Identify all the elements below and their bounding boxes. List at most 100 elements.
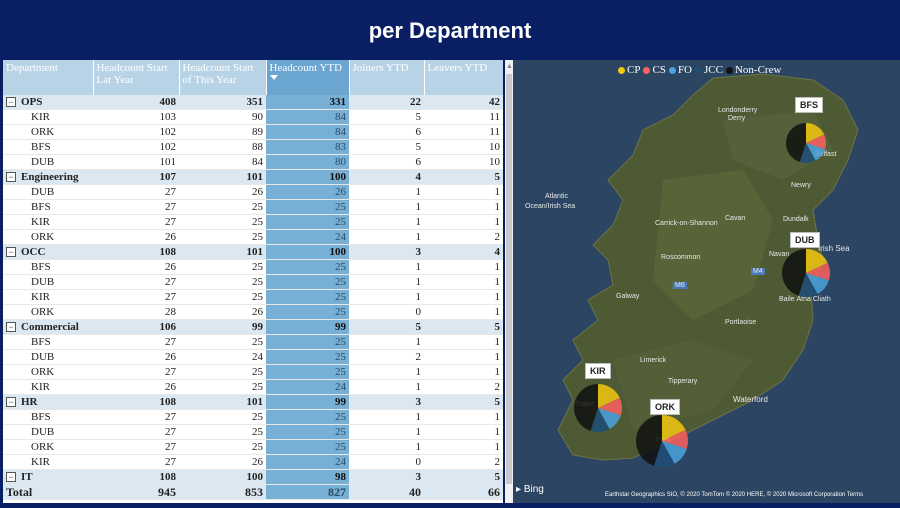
table-row[interactable]: ORK 102 89 84 6 11 (3, 124, 503, 140)
value-cell: 1 (424, 409, 503, 425)
column-header-leavers-ytd[interactable]: Leavers YTD (424, 60, 503, 95)
value-cell: 3 (349, 394, 424, 410)
value-cell: 25 (179, 229, 266, 245)
value-cell: 24 (266, 379, 349, 395)
group-row[interactable]: − OCC 108 101 100 3 4 (3, 244, 503, 260)
department-label: ORK (31, 366, 55, 378)
collapse-icon[interactable]: − (6, 247, 16, 258)
scrollbar-thumb[interactable] (506, 74, 512, 484)
map-label-atlantic: Atlantic (545, 193, 568, 200)
table-row[interactable]: DUB 26 24 25 2 1 (3, 349, 503, 365)
legend-item[interactable]: FO (666, 64, 692, 76)
value-cell: 101 (93, 154, 179, 170)
value-cell: 42 (424, 95, 503, 110)
collapse-icon[interactable]: − (6, 97, 16, 108)
group-row[interactable]: − Commercial 106 99 99 5 5 (3, 319, 503, 335)
department-cell: − OPS (3, 95, 93, 110)
table-row[interactable]: ORK 28 26 25 0 1 (3, 304, 503, 320)
value-cell: 331 (266, 95, 349, 110)
value-cell: 24 (266, 229, 349, 245)
legend-label: JCC (704, 64, 723, 76)
column-header-department[interactable]: Department (3, 60, 94, 95)
collapse-icon[interactable]: − (6, 472, 16, 483)
department-label: BFS (31, 336, 51, 348)
value-cell: 25 (179, 274, 266, 290)
value-cell: 0 (349, 304, 424, 320)
location-tag-kir[interactable]: KIR (585, 363, 611, 379)
value-cell: 25 (266, 289, 349, 305)
value-cell: 25 (179, 214, 266, 230)
total-row[interactable]: Total 945 853 827 40 66 (3, 484, 503, 500)
value-cell: 6 (349, 124, 424, 140)
legend-item[interactable]: JCC (692, 64, 723, 76)
value-cell: 5 (349, 139, 424, 155)
map-visual[interactable]: Londonderry Derry Belfast Newry Atlantic… (513, 60, 900, 503)
department-label: KIR (31, 291, 50, 303)
value-cell: 27 (93, 199, 179, 215)
location-tag-ork[interactable]: ORK (650, 399, 680, 415)
group-row[interactable]: − OPS 408 351 331 22 42 (3, 95, 503, 110)
map-label-newry: Newry (791, 182, 811, 189)
scroll-up-icon[interactable]: ▲ (506, 62, 513, 70)
value-cell: 101 (179, 169, 266, 185)
table-row[interactable]: DUB 27 26 26 1 1 (3, 184, 503, 200)
table-row[interactable]: BFS 27 25 25 1 1 (3, 409, 503, 425)
collapse-icon[interactable]: − (6, 322, 16, 333)
table-scrollbar[interactable]: ▲ (505, 60, 513, 503)
value-cell: 25 (179, 289, 266, 305)
location-tag-dub[interactable]: DUB (790, 232, 820, 248)
legend-dot-icon (618, 66, 625, 74)
value-cell: 1 (424, 364, 503, 380)
group-row[interactable]: − Engineering 107 101 100 4 5 (3, 169, 503, 185)
legend-item[interactable]: CS (640, 64, 666, 76)
map-label-belfast: Belfast (815, 151, 837, 158)
collapse-icon[interactable]: − (6, 172, 16, 183)
department-table: Department Headcount Start Lat Year Head… (3, 60, 503, 503)
legend-item[interactable]: CP (615, 64, 640, 76)
column-header-headcount-start-last-year[interactable]: Headcount Start Lat Year (93, 60, 180, 95)
value-cell: 351 (179, 95, 266, 110)
department-cell: BFS (3, 409, 93, 425)
collapse-icon[interactable]: − (6, 397, 16, 408)
table-row[interactable]: KIR 26 25 24 1 2 (3, 379, 503, 395)
table-row[interactable]: BFS 102 88 83 5 10 (3, 139, 503, 155)
group-row[interactable]: − HR 108 101 99 3 5 (3, 394, 503, 410)
table-row[interactable]: DUB 101 84 80 6 10 (3, 154, 503, 170)
value-cell: 84 (266, 109, 349, 125)
value-cell: 26 (179, 454, 266, 470)
value-cell: 26 (266, 184, 349, 200)
table-row[interactable]: DUB 27 25 25 1 1 (3, 424, 503, 440)
legend-item[interactable]: Non-Crew (723, 64, 781, 76)
table-row[interactable]: KIR 27 25 25 1 1 (3, 289, 503, 305)
value-cell: 1 (424, 274, 503, 290)
value-cell: 1 (424, 289, 503, 305)
table-row[interactable]: KIR 27 25 25 1 1 (3, 214, 503, 230)
value-cell: 1 (424, 184, 503, 200)
table-row[interactable]: DUB 27 25 25 1 1 (3, 274, 503, 290)
value-cell: 99 (266, 394, 349, 410)
value-cell: 26 (93, 259, 179, 275)
value-cell: 27 (93, 289, 179, 305)
column-header-label: Headcount YTD (269, 62, 343, 74)
table-row[interactable]: KIR 27 26 24 0 2 (3, 454, 503, 470)
location-tag-bfs[interactable]: BFS (795, 97, 823, 113)
table-row[interactable]: BFS 26 25 25 1 1 (3, 259, 503, 275)
column-header-headcount-ytd[interactable]: Headcount YTD (266, 60, 350, 95)
table-row[interactable]: ORK 26 25 24 1 2 (3, 229, 503, 245)
table-row[interactable]: KIR 103 90 84 5 11 (3, 109, 503, 125)
table-row[interactable]: BFS 27 25 25 1 1 (3, 334, 503, 350)
department-label: Commercial (21, 321, 79, 333)
table-row[interactable]: ORK 27 25 25 1 1 (3, 364, 503, 380)
map-label-carrick-on-shannon: Carrick-on-Shannon (655, 220, 718, 227)
group-row[interactable]: − IT 108 100 98 3 5 (3, 469, 503, 485)
department-label: DUB (31, 156, 55, 168)
column-header-joiners-ytd[interactable]: Joiners YTD (349, 60, 425, 95)
value-cell: 25 (179, 409, 266, 425)
table-row[interactable]: ORK 27 25 25 1 1 (3, 439, 503, 455)
sort-descending-icon[interactable] (269, 75, 278, 80)
bing-icon: ▸ (516, 484, 524, 495)
column-header-headcount-start-this-year[interactable]: Headcount Start of This Year (179, 60, 267, 95)
map-attribution[interactable]: Earthstar Geographics SIO, © 2020 TomTom… (605, 492, 863, 498)
table-row[interactable]: BFS 27 25 25 1 1 (3, 199, 503, 215)
value-cell: 2 (424, 454, 503, 470)
